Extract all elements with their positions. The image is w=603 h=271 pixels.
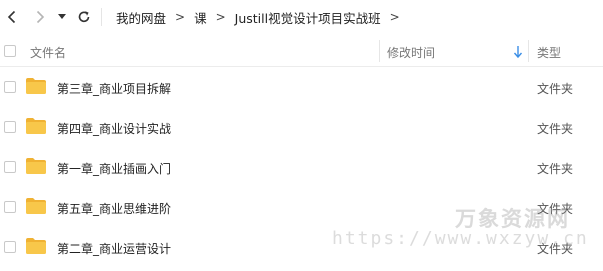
toolbar-divider bbox=[101, 8, 102, 26]
breadcrumb-item-course[interactable]: 课 bbox=[194, 8, 207, 27]
list-item[interactable]: 第三章_商业项目拆解 文件夹 bbox=[0, 67, 603, 107]
history-dropdown-button[interactable] bbox=[55, 6, 69, 28]
row-checkbox[interactable] bbox=[4, 81, 16, 93]
refresh-button[interactable] bbox=[73, 6, 95, 28]
breadcrumb-separator: > bbox=[389, 10, 400, 24]
back-button[interactable] bbox=[1, 6, 23, 28]
file-type: 文件夹 bbox=[537, 82, 574, 96]
row-checkbox[interactable] bbox=[4, 201, 16, 213]
refresh-icon bbox=[78, 11, 90, 23]
list-item[interactable]: 第一章_商业插画入门 文件夹 bbox=[0, 147, 603, 187]
folder-icon bbox=[26, 158, 46, 174]
row-checkbox[interactable] bbox=[4, 161, 16, 173]
breadcrumb-item-current-folder[interactable]: Justill视觉设计项目实战班 bbox=[235, 8, 381, 27]
row-checkbox[interactable] bbox=[4, 241, 16, 253]
sort-descending-icon[interactable] bbox=[513, 45, 523, 59]
column-header-name[interactable]: 文件名 bbox=[30, 44, 66, 61]
folder-icon bbox=[26, 238, 46, 254]
chevron-left-icon bbox=[7, 10, 16, 24]
select-all-checkbox[interactable] bbox=[4, 45, 16, 57]
file-name: 第四章_商业设计实战 bbox=[57, 122, 172, 136]
forward-button[interactable] bbox=[29, 6, 51, 28]
column-header-modified-time[interactable]: 修改时间 bbox=[387, 44, 435, 61]
file-name: 第五章_商业思维进阶 bbox=[57, 202, 172, 216]
file-name: 第三章_商业项目拆解 bbox=[57, 82, 172, 96]
folder-icon bbox=[26, 118, 46, 134]
folder-icon bbox=[26, 198, 46, 214]
file-name: 第一章_商业插画入门 bbox=[57, 162, 172, 176]
column-divider[interactable] bbox=[379, 40, 380, 62]
column-divider[interactable] bbox=[528, 40, 529, 62]
file-type: 文件夹 bbox=[537, 162, 574, 176]
file-name: 第二章_商业运营设计 bbox=[57, 242, 172, 256]
column-header-type[interactable]: 类型 bbox=[537, 44, 561, 61]
column-header: 文件名 修改时间 类型 bbox=[0, 36, 603, 67]
folder-icon bbox=[26, 78, 46, 94]
breadcrumb-item-my-drive[interactable]: 我的网盘 bbox=[116, 8, 166, 27]
chevron-right-icon bbox=[36, 10, 45, 24]
breadcrumb: 我的网盘 > 课 > Justill视觉设计项目实战班 > bbox=[116, 8, 409, 26]
file-type: 文件夹 bbox=[537, 122, 574, 136]
breadcrumb-separator: > bbox=[215, 10, 226, 24]
caret-down-icon bbox=[58, 14, 66, 19]
file-browser: 我的网盘 > 课 > Justill视觉设计项目实战班 > 文件名 修改时间 类… bbox=[0, 0, 603, 271]
list-item[interactable]: 第四章_商业设计实战 文件夹 bbox=[0, 107, 603, 147]
watermark-url: https://www.wxzyw.cn bbox=[332, 228, 589, 249]
breadcrumb-separator: > bbox=[175, 10, 186, 24]
row-checkbox[interactable] bbox=[4, 121, 16, 133]
toolbar: 我的网盘 > 课 > Justill视觉设计项目实战班 > bbox=[0, 0, 603, 34]
